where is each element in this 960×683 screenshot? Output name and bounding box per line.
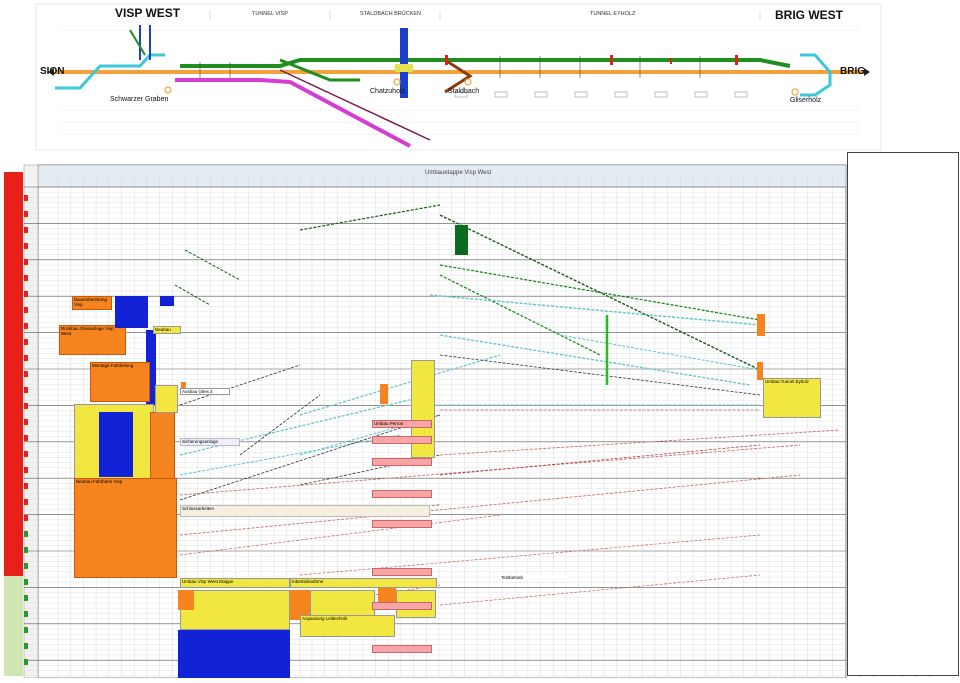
activity-box — [372, 490, 432, 498]
activity-box — [372, 602, 432, 610]
activity-box: Testbetrieb — [500, 575, 570, 581]
activity-box: Ausbau Gleis 2 — [180, 388, 230, 395]
activity-box: Neubau Fahrbahn Visp — [74, 478, 177, 578]
section-visp-west: VISP WEST — [115, 6, 181, 20]
left-phase-strip — [4, 172, 23, 576]
section-brig-west: BRIG WEST — [775, 8, 843, 22]
activity-box: Anpassung Leittechnik — [300, 615, 395, 637]
activity-box — [372, 520, 432, 528]
activity-box: Bauvorbereitung Visp — [72, 296, 112, 310]
activity-box — [372, 436, 432, 444]
activity-box — [372, 458, 432, 466]
activity-box — [160, 296, 174, 306]
side-table-panel — [847, 152, 959, 676]
section-tunnel-eyholz: TUNNEL EYHOLZ — [590, 11, 636, 17]
activity-box — [380, 384, 388, 404]
station-chatzuholz: Chatzuholz — [370, 88, 406, 95]
grid-header — [37, 164, 847, 188]
activity-box — [99, 412, 133, 477]
activity-box — [757, 314, 765, 336]
left-phase-strip-lower — [4, 576, 23, 676]
activity-box — [150, 412, 175, 480]
end-label-sion: SION — [40, 66, 65, 77]
schedule-top-label: Umbauetappe Visp West — [425, 170, 492, 176]
activity-box: Umbau Visp West Etappe — [180, 578, 290, 588]
section-tunnel-visp: TUNNEL VISP — [252, 11, 288, 17]
activity-box — [372, 645, 432, 653]
activity-box — [455, 225, 468, 255]
activity-box: Neubau Weichen — [153, 326, 181, 334]
activity-box: Inbetriebnahme — [290, 578, 437, 588]
end-label-brig: BRIG — [840, 66, 865, 77]
station-schwarzer-graben: Schwarzer Graben — [110, 96, 169, 103]
station-gliserholz: Gliserholz — [790, 97, 822, 104]
activity-box — [178, 590, 194, 610]
activity-box: Umbau Tunnel Eyholz — [763, 378, 821, 418]
section-staldbach-bruecken: STALDBACH BRÜCKEN — [360, 11, 422, 17]
activity-box: Schlussarbeiten — [180, 505, 430, 517]
activity-box: Rückbau Gleisanlage Visp West — [59, 325, 126, 355]
activity-box — [180, 590, 290, 630]
activity-box — [155, 385, 178, 413]
activity-box: Sicherungsanlage — [180, 438, 240, 446]
activity-box — [757, 362, 763, 380]
activity-box — [115, 296, 148, 328]
activity-box — [372, 568, 432, 576]
activity-box — [178, 630, 290, 678]
track-layout-diagram — [35, 3, 882, 151]
station-staldbach: Staldbach — [448, 88, 480, 95]
activity-box: Umbau Perron — [372, 420, 432, 428]
activity-box: Montage Fahrleitung — [90, 362, 150, 402]
